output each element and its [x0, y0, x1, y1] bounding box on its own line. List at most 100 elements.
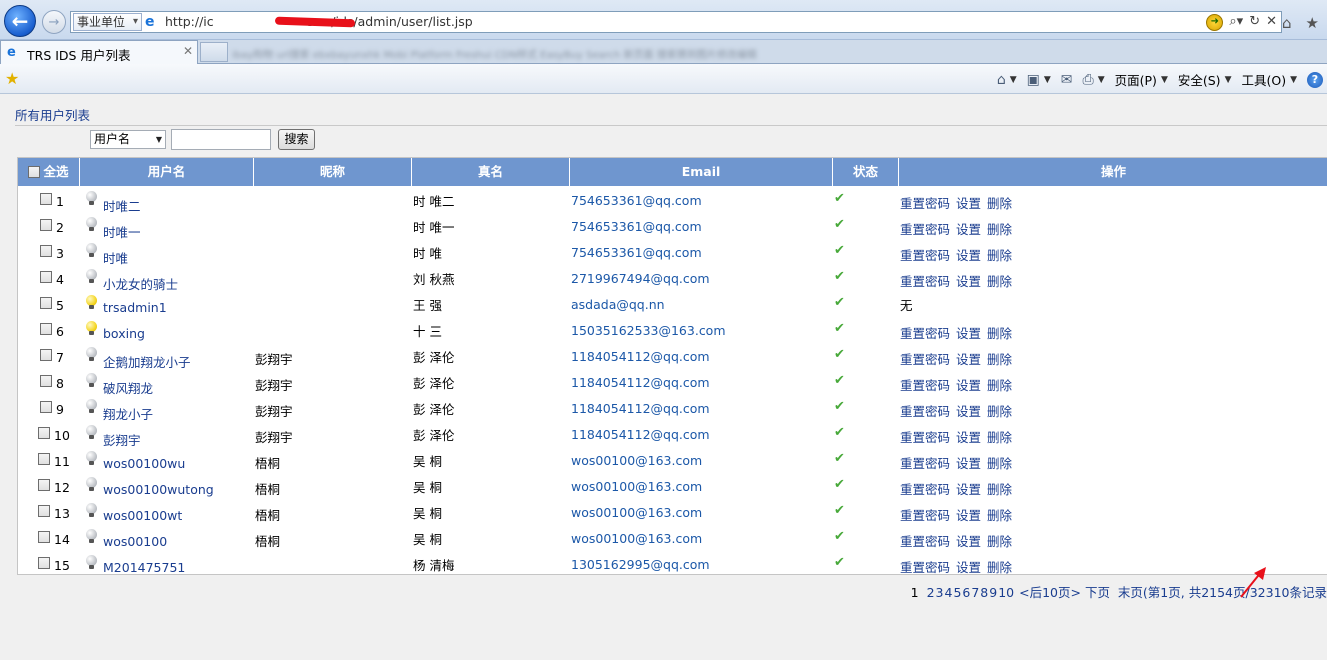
username-link[interactable]: wos00100wutong	[103, 482, 214, 497]
username-link[interactable]: wos00100wt	[103, 508, 182, 523]
email-link[interactable]: 1184054112@qq.com	[571, 401, 710, 416]
delete-link[interactable]: 删除	[987, 248, 1012, 263]
back-button[interactable]: ←	[4, 5, 36, 37]
breadcrumb[interactable]: 所有用户列表	[15, 105, 90, 124]
menu-safety[interactable]: 安全(S)	[1178, 70, 1221, 89]
reset-password-link[interactable]: 重置密码	[900, 404, 950, 419]
search-button[interactable]: 搜索	[278, 129, 315, 150]
row-checkbox[interactable]	[38, 505, 50, 517]
tab-active[interactable]: e TRS IDS 用户列表 ✕	[0, 40, 198, 64]
row-checkbox[interactable]	[40, 219, 52, 231]
delete-link[interactable]: 删除	[987, 222, 1012, 237]
reset-password-link[interactable]: 重置密码	[900, 248, 950, 263]
settings-link[interactable]: 设置	[956, 196, 981, 211]
reset-password-link[interactable]: 重置密码	[900, 430, 950, 445]
url-box[interactable]: 事业单位 e http://icc.cn/ids/admin/user/list…	[70, 11, 1282, 33]
settings-link[interactable]: 设置	[956, 560, 981, 575]
delete-link[interactable]: 删除	[987, 456, 1012, 471]
email-link[interactable]: 1184054112@qq.com	[571, 349, 710, 364]
mail-icon[interactable]: ✉	[1061, 72, 1073, 88]
email-link[interactable]: wos00100@163.com	[571, 479, 702, 494]
reset-password-link[interactable]: 重置密码	[900, 560, 950, 575]
other-tabs[interactable]: ibay购物 url搜索 ebxbayunxhk Mobi Platform F…	[232, 46, 757, 61]
pager-page-link[interactable]: 3	[936, 585, 944, 600]
username-link[interactable]: trsadmin1	[103, 300, 167, 315]
email-link[interactable]: 1184054112@qq.com	[571, 427, 710, 442]
email-link[interactable]: wos00100@163.com	[571, 531, 702, 546]
forward-button[interactable]: →	[42, 10, 66, 34]
settings-link[interactable]: 设置	[956, 508, 981, 523]
username-link[interactable]: boxing	[103, 326, 145, 341]
reset-password-link[interactable]: 重置密码	[900, 378, 950, 393]
reset-password-link[interactable]: 重置密码	[900, 222, 950, 237]
row-checkbox[interactable]	[40, 297, 52, 309]
new-tab-button[interactable]	[200, 42, 228, 62]
email-link[interactable]: 2719967494@qq.com	[571, 271, 710, 286]
print-icon[interactable]: ⎙	[1083, 72, 1094, 88]
username-link[interactable]: 小龙女的骑士	[103, 274, 178, 293]
home-page-icon[interactable]: ⌂	[997, 72, 1006, 88]
email-link[interactable]: wos00100@163.com	[571, 505, 702, 520]
chevron-down-icon[interactable]: ▼	[1010, 75, 1017, 85]
zone-dropdown[interactable]: 事业单位	[73, 13, 143, 31]
username-link[interactable]: M201475751	[103, 560, 185, 575]
username-link[interactable]: 破风翔龙	[103, 378, 153, 397]
pager-page-link[interactable]: 2	[927, 585, 935, 600]
email-link[interactable]: 1305162995@qq.com	[571, 557, 710, 572]
delete-link[interactable]: 删除	[987, 196, 1012, 211]
pager-page-link[interactable]: 8	[980, 585, 988, 600]
header-select-all[interactable]: 全选	[18, 158, 80, 186]
help-icon[interactable]: ?	[1307, 71, 1323, 88]
username-link[interactable]: wos00100wu	[103, 456, 185, 471]
delete-link[interactable]: 删除	[987, 508, 1012, 523]
settings-link[interactable]: 设置	[956, 274, 981, 289]
row-checkbox[interactable]	[38, 453, 50, 465]
email-link[interactable]: 754653361@qq.com	[571, 245, 702, 260]
menu-tools[interactable]: 工具(O)	[1241, 70, 1286, 89]
favorites-icon[interactable]: ★	[1306, 14, 1319, 32]
home-icon[interactable]: ⌂	[1282, 14, 1292, 32]
settings-link[interactable]: 设置	[956, 482, 981, 497]
pager-page-link[interactable]: 5	[953, 585, 961, 600]
row-checkbox[interactable]	[40, 375, 52, 387]
settings-link[interactable]: 设置	[956, 404, 981, 419]
row-checkbox[interactable]	[40, 193, 52, 205]
pager-page-link[interactable]: 9	[989, 585, 997, 600]
username-link[interactable]: wos00100	[103, 534, 167, 549]
row-checkbox[interactable]	[40, 349, 52, 361]
chevron-down-icon[interactable]: ▼	[1098, 75, 1105, 85]
delete-link[interactable]: 删除	[987, 404, 1012, 419]
feeds-icon[interactable]: ▣	[1027, 72, 1040, 88]
username-link[interactable]: 时唯一	[103, 222, 141, 241]
row-checkbox[interactable]	[38, 557, 50, 569]
search-input[interactable]	[171, 129, 271, 150]
delete-link[interactable]: 删除	[987, 378, 1012, 393]
stop-icon[interactable]: ✕	[1266, 13, 1277, 31]
pager-last[interactable]: 末页	[1118, 585, 1143, 600]
settings-link[interactable]: 设置	[956, 456, 981, 471]
delete-link[interactable]: 删除	[987, 274, 1012, 289]
row-checkbox[interactable]	[40, 401, 52, 413]
username-link[interactable]: 翔龙小子	[103, 404, 153, 423]
row-checkbox[interactable]	[38, 531, 50, 543]
reset-password-link[interactable]: 重置密码	[900, 456, 950, 471]
menu-page[interactable]: 页面(P)	[1115, 70, 1157, 89]
pager-page-link[interactable]: 10	[998, 585, 1014, 600]
settings-link[interactable]: 设置	[956, 378, 981, 393]
delete-link[interactable]: 删除	[987, 534, 1012, 549]
reset-password-link[interactable]: 重置密码	[900, 508, 950, 523]
email-link[interactable]: wos00100@163.com	[571, 453, 702, 468]
delete-link[interactable]: 删除	[987, 352, 1012, 367]
email-link[interactable]: 754653361@qq.com	[571, 219, 702, 234]
settings-link[interactable]: 设置	[956, 430, 981, 445]
pager-next10[interactable]: <后10页>	[1019, 585, 1081, 600]
username-link[interactable]: 时唯	[103, 248, 128, 267]
reset-password-link[interactable]: 重置密码	[900, 196, 950, 211]
settings-link[interactable]: 设置	[956, 534, 981, 549]
reset-password-link[interactable]: 重置密码	[900, 482, 950, 497]
reset-password-link[interactable]: 重置密码	[900, 326, 950, 341]
tab-close-icon[interactable]: ✕	[183, 44, 193, 58]
compatibility-icon[interactable]: ➜	[1206, 13, 1224, 31]
reset-password-link[interactable]: 重置密码	[900, 352, 950, 367]
row-checkbox[interactable]	[38, 427, 50, 439]
